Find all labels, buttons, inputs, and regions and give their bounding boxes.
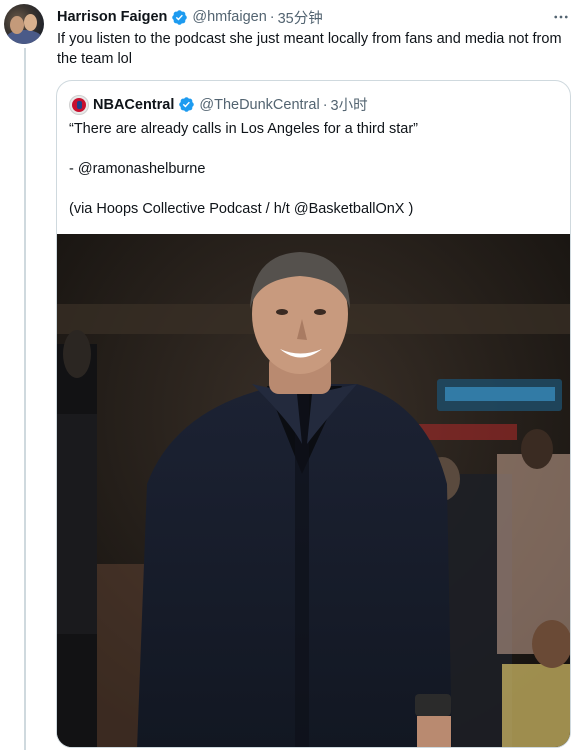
author-handle[interactable]: @hmfaigen xyxy=(192,9,266,25)
quoted-text-line: “There are already calls in Los Angeles … xyxy=(69,121,418,137)
quoted-text-line: - @ramonashelburne xyxy=(69,161,206,177)
quoted-tweet-header: NBACentral @TheDunkCentral · 3小时 xyxy=(69,94,368,115)
quoted-tweet-card[interactable]: NBACentral @TheDunkCentral · 3小时 “There … xyxy=(56,80,571,748)
tweet-text: If you listen to the podcast she just me… xyxy=(57,31,562,67)
quoted-author-name: NBACentral xyxy=(93,96,175,113)
author-name[interactable]: Harrison Faigen xyxy=(57,9,167,25)
separator-dot: · xyxy=(269,9,275,25)
thread-connector-line xyxy=(24,48,26,750)
more-options-icon[interactable] xyxy=(551,8,571,26)
tweet-header: Harrison Faigen @hmfaigen · 35分钟 xyxy=(57,7,323,27)
tweet-timestamp[interactable]: 35分钟 xyxy=(278,7,323,28)
verified-badge-icon xyxy=(171,9,188,26)
author-avatar[interactable] xyxy=(4,4,44,44)
quoted-tweet-photo[interactable] xyxy=(57,234,570,747)
separator-dot: · xyxy=(322,96,328,113)
quoted-author-handle: @TheDunkCentral xyxy=(199,96,320,113)
verified-badge-icon xyxy=(178,96,195,113)
quoted-text-line: (via Hoops Collective Podcast / h/t @Bas… xyxy=(69,201,414,217)
quoted-author-avatar xyxy=(69,94,89,115)
quoted-tweet-text: “There are already calls in Los Angeles … xyxy=(69,119,559,219)
quoted-tweet-timestamp: 3小时 xyxy=(330,98,368,114)
